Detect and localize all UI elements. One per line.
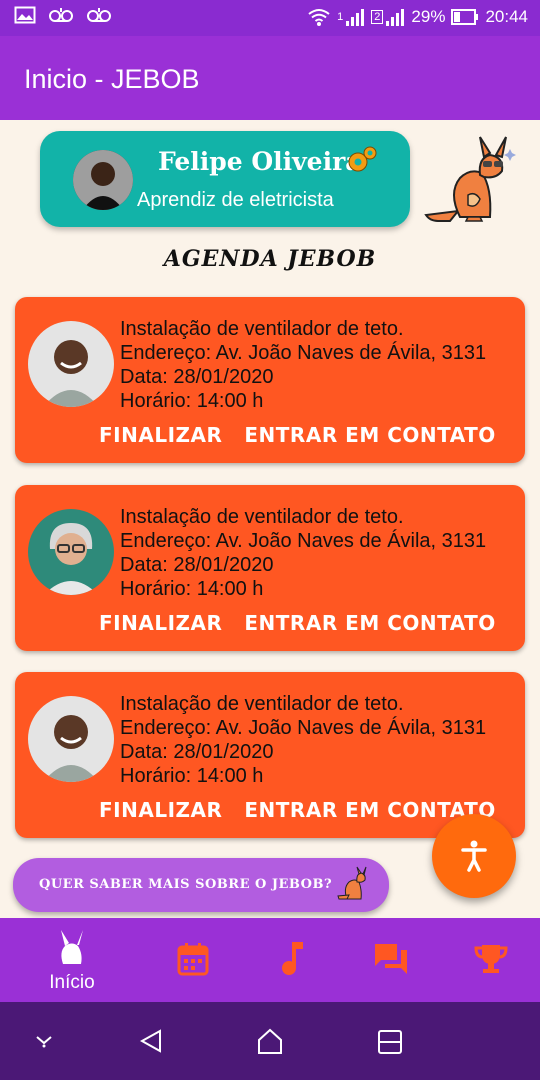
client-avatar xyxy=(28,696,114,782)
bottom-nav: Início xyxy=(0,918,540,1002)
calendar-icon xyxy=(177,943,209,976)
finish-button[interactable]: FINALIZAR xyxy=(99,423,222,447)
service-address: Endereço: Av. João Naves de Ávila, 3131 xyxy=(120,530,487,552)
contact-button[interactable]: ENTRAR EM CONTATO xyxy=(244,423,495,447)
battery-percent: 29% xyxy=(411,7,446,26)
page-title: Inicio - JEBOB xyxy=(24,64,200,94)
voicemail-icon xyxy=(49,8,73,22)
client-avatar xyxy=(28,509,114,595)
system-nav-bar xyxy=(0,1002,540,1080)
service-description: Instalação de ventilador de teto. xyxy=(120,318,404,340)
trophy-icon xyxy=(474,945,508,973)
kangaroo-icon xyxy=(61,930,83,964)
service-address: Endereço: Av. João Naves de Ávila, 3131 xyxy=(120,717,487,739)
service-time: Horário: 14:00 h xyxy=(120,390,264,412)
status-bar: 1 2 29% 20:44 xyxy=(0,0,540,36)
service-description: Instalação de ventilador de teto. xyxy=(120,693,404,715)
nav-item-agenda[interactable] xyxy=(148,918,238,1002)
voicemail-icon xyxy=(87,8,111,22)
profile-name: Felipe Oliveira xyxy=(158,147,362,176)
chevron-down-icon[interactable] xyxy=(34,1032,54,1048)
appointment-card: Instalação de ventilador de teto. Endere… xyxy=(15,297,525,463)
service-time: Horário: 14:00 h xyxy=(120,578,264,600)
service-description: Instalação de ventilador de teto. xyxy=(120,506,404,528)
home-icon[interactable] xyxy=(256,1027,284,1055)
appointment-card: Instalação de ventilador de teto. Endere… xyxy=(15,485,525,651)
finish-button[interactable]: FINALIZAR xyxy=(99,798,222,822)
service-time: Horário: 14:00 h xyxy=(120,765,264,787)
client-avatar xyxy=(28,321,114,407)
avatar xyxy=(73,150,133,210)
contact-button[interactable]: ENTRAR EM CONTATO xyxy=(244,611,495,635)
nav-item-music[interactable] xyxy=(247,918,337,1002)
sim2-label: 2 xyxy=(371,10,384,24)
gear-icon[interactable] xyxy=(345,143,379,177)
back-icon[interactable] xyxy=(138,1028,164,1054)
signal-icon xyxy=(386,9,405,26)
clock: 20:44 xyxy=(485,7,528,26)
finish-button[interactable]: FINALIZAR xyxy=(99,611,222,635)
agenda-title: AGENDA JEBOB xyxy=(163,246,377,272)
service-date: Data: 28/01/2020 xyxy=(120,741,274,763)
recents-icon[interactable] xyxy=(377,1029,403,1055)
kangaroo-icon xyxy=(337,866,367,900)
service-date: Data: 28/01/2020 xyxy=(120,366,274,388)
wifi-icon xyxy=(308,9,330,26)
sim1-label: 1 xyxy=(337,11,344,23)
app-bar: Inicio - JEBOB xyxy=(0,36,540,120)
battery-icon xyxy=(451,9,479,25)
nav-item-label: Início xyxy=(49,972,95,993)
chat-icon xyxy=(375,944,407,974)
learn-more-label: QUER SABER MAIS SOBRE O JEBOB? xyxy=(39,877,333,892)
accessibility-icon xyxy=(461,840,487,872)
nav-item-trophy[interactable] xyxy=(446,918,536,1002)
service-address: Endereço: Av. João Naves de Ávila, 3131 xyxy=(120,342,487,364)
nav-item-inicio[interactable]: Início xyxy=(27,918,117,1002)
profile-role: Aprendiz de eletricista xyxy=(137,189,334,211)
service-date: Data: 28/01/2020 xyxy=(120,554,274,576)
gallery-icon xyxy=(14,6,36,24)
music-note-icon xyxy=(282,942,303,975)
signal-icon xyxy=(346,9,365,26)
learn-more-button[interactable]: QUER SABER MAIS SOBRE O JEBOB? xyxy=(13,858,389,912)
kangaroo-logo-icon xyxy=(424,136,516,222)
accessibility-button[interactable] xyxy=(432,814,516,898)
nav-item-chat[interactable] xyxy=(346,918,436,1002)
profile-card[interactable]: Felipe Oliveira Aprendiz de eletricista xyxy=(40,131,410,227)
